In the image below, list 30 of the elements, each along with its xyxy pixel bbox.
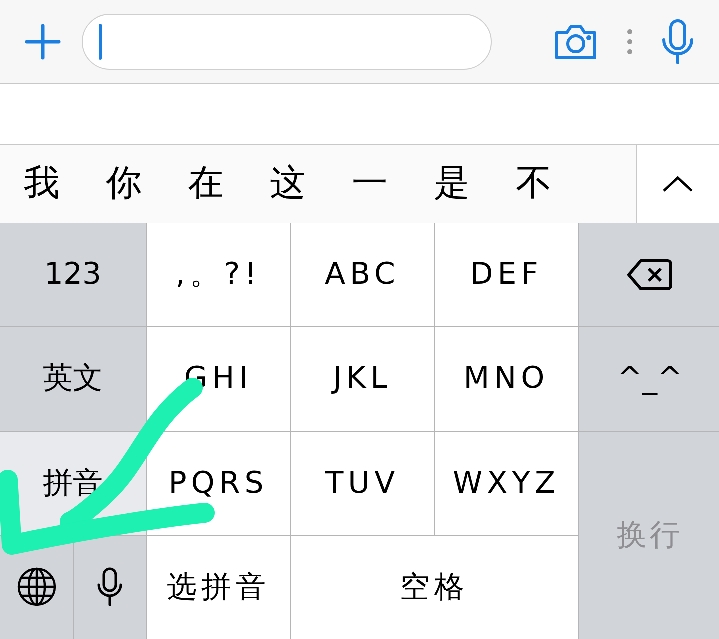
- candidate-character[interactable]: 这: [270, 157, 306, 211]
- key[interactable]: JKL: [291, 327, 434, 430]
- key[interactable]: 123: [0, 223, 146, 326]
- more-icon[interactable]: [627, 28, 633, 54]
- text-cursor: [99, 24, 102, 60]
- camera-icon[interactable]: [553, 22, 599, 60]
- candidate-character[interactable]: 一: [352, 157, 388, 211]
- key[interactable]: WXYZ: [435, 432, 578, 535]
- key[interactable]: 英文: [0, 327, 146, 430]
- key[interactable]: 选拼音: [147, 536, 290, 639]
- microphone-key[interactable]: [74, 536, 146, 639]
- candidate-character[interactable]: 你: [106, 157, 142, 211]
- globe-icon: [16, 567, 56, 608]
- microphone-icon: [97, 567, 123, 608]
- chevron-up-icon: [662, 175, 694, 193]
- backspace-icon: [627, 258, 673, 291]
- key[interactable]: ^_^: [579, 327, 719, 430]
- microphone-icon[interactable]: [661, 18, 695, 64]
- candidate-character[interactable]: 是: [434, 157, 470, 211]
- candidate-character[interactable]: 我: [24, 157, 60, 211]
- candidate-character[interactable]: 不: [516, 157, 552, 211]
- key[interactable]: ,。?!: [147, 223, 290, 326]
- candidate-character[interactable]: 在: [188, 157, 224, 211]
- key[interactable]: TUV: [291, 432, 434, 535]
- key[interactable]: 空格: [291, 536, 578, 639]
- backspace-key[interactable]: [579, 223, 719, 326]
- key[interactable]: DEF: [435, 223, 578, 326]
- key[interactable]: MNO: [435, 327, 578, 430]
- key[interactable]: ABC: [291, 223, 434, 326]
- plus-icon[interactable]: [24, 22, 62, 60]
